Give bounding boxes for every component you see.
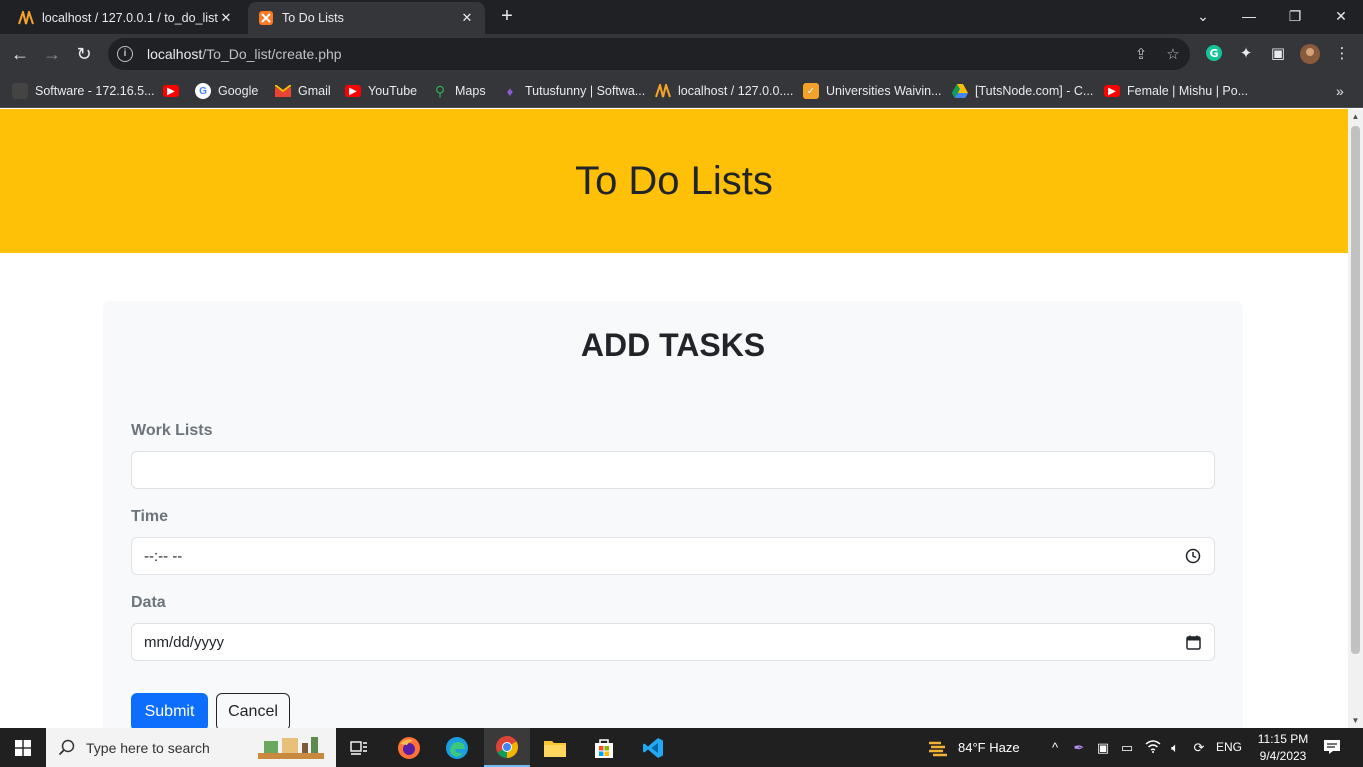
bookmark-female-mishu[interactable]: ▶ Female | Mishu | Po... [1104, 82, 1248, 100]
volume-icon[interactable]: 🔈︎ [1166, 739, 1184, 757]
work-lists-label: Work Lists [131, 422, 213, 439]
scroll-up-arrow-icon[interactable]: ▲ [1348, 109, 1363, 124]
phpmyadmin-icon [18, 10, 34, 26]
scrollbar-thumb[interactable] [1351, 126, 1360, 654]
menu-kebab-icon[interactable]: ⋮ [1332, 44, 1352, 64]
grammarly-icon[interactable]: G [1204, 44, 1224, 64]
tutusfunny-icon: ♦ [506, 83, 514, 99]
vscode-icon[interactable] [630, 728, 676, 767]
site-info-icon[interactable]: i [117, 46, 133, 62]
new-tab-icon[interactable]: + [496, 6, 518, 28]
firefox-icon[interactable] [386, 728, 432, 767]
url-text[interactable]: localhost/To_Do_list/create.php [147, 46, 342, 62]
search-placeholder: Type here to search [86, 739, 210, 756]
bookmark-gmail[interactable]: Gmail [275, 82, 331, 100]
form-title: ADD TASKS [580, 327, 766, 363]
maps-icon: ⚲ [434, 82, 446, 99]
forward-icon[interactable]: → [40, 42, 64, 66]
close-window-icon[interactable]: ✕ [1318, 4, 1363, 28]
date-input[interactable]: mm/dd/yyyy [131, 623, 1215, 661]
onedrive-sync-icon[interactable]: ⟳ [1190, 739, 1208, 757]
work-lists-input[interactable] [131, 451, 1215, 489]
youtube-icon: ▶ [1104, 85, 1120, 97]
time-label: Time [131, 508, 169, 525]
page-title: To Do Lists [575, 158, 773, 203]
clock-icon[interactable] [1184, 547, 1202, 565]
windows-taskbar: Type here to search 84°F Haze ^ ✒ ▣ ▭ 🔈︎… [0, 728, 1363, 767]
youtube-icon: ▶ [345, 85, 361, 97]
bookmark-universities[interactable]: ✓ Universities Waivin... [803, 82, 942, 100]
profile-avatar[interactable] [1300, 44, 1320, 64]
tab-to-do-lists[interactable]: To Do Lists ✕ [248, 2, 485, 34]
time-input[interactable]: --:-- -- [131, 537, 1215, 575]
bookmark-maps[interactable]: ⚲ Maps [432, 82, 486, 100]
bookmark-star-icon[interactable]: ☆ [1164, 46, 1182, 64]
phpmyadmin-icon [655, 83, 671, 99]
clock-date[interactable]: 9/4/2023 [1255, 749, 1311, 763]
extensions-puzzle-icon[interactable]: ✦ [1236, 44, 1256, 64]
youtube-icon: ▶ [163, 85, 179, 97]
bookmarks-overflow-chevron-icon[interactable]: » [1336, 82, 1344, 100]
battery-icon[interactable]: ▭ [1118, 739, 1136, 757]
microsoft-store-icon[interactable] [581, 728, 627, 767]
drive-icon [952, 83, 968, 99]
reload-icon[interactable]: ↻ [72, 42, 96, 66]
weather-haze-icon[interactable] [926, 739, 950, 757]
close-tab-icon[interactable]: ✕ [459, 10, 475, 26]
bookmark-tutsnode[interactable]: [TutsNode.com] - C... [952, 82, 1093, 100]
tab-search-chevron-icon[interactable]: ⌄ [1180, 4, 1226, 28]
chrome-icon[interactable] [484, 728, 530, 767]
bookmark-localhost[interactable]: localhost / 127.0.0.... [655, 82, 793, 100]
share-icon[interactable]: ⇪ [1132, 46, 1150, 64]
file-explorer-icon[interactable] [532, 728, 578, 767]
bookmark-google[interactable]: G Google [195, 82, 258, 100]
tab-title: To Do Lists [282, 11, 344, 25]
browser-tab-bar: localhost / 127.0.0.1 / to_do_list / ✕ T… [0, 0, 1363, 34]
gmail-icon [275, 83, 291, 99]
cancel-button[interactable]: Cancel [216, 693, 290, 728]
weather-text[interactable]: 84°F Haze [958, 740, 1020, 755]
taskbar-search-box[interactable]: Type here to search [46, 728, 336, 767]
svg-text:G: G [1209, 47, 1218, 60]
page-scrollbar[interactable]: ▲ ▼ [1348, 109, 1363, 728]
xampp-icon [258, 10, 274, 26]
google-icon: G [195, 83, 211, 99]
tab-phpmyadmin[interactable]: localhost / 127.0.0.1 / to_do_list / ✕ [8, 2, 244, 34]
page-viewport: To Do Lists ADD TASKS Work Lists Time --… [0, 109, 1348, 728]
page-header: To Do Lists [0, 109, 1348, 253]
close-tab-icon[interactable]: ✕ [218, 10, 234, 26]
calendar-icon[interactable] [1184, 633, 1202, 651]
show-hidden-icons-chevron-icon[interactable]: ^ [1046, 739, 1064, 757]
address-bar[interactable]: i localhost/To_Do_list/create.php ⇪ ☆ [108, 38, 1190, 70]
browser-toolbar: ← → ↻ i localhost/To_Do_list/create.php … [0, 34, 1363, 74]
bookmark-tutusfunny[interactable]: ♦ Tutusfunny | Softwa... [502, 82, 646, 100]
bookmark-software[interactable]: Software - 172.16.5... [12, 82, 155, 100]
task-view-icon[interactable] [336, 728, 382, 767]
pen-feather-icon[interactable]: ✒ [1070, 739, 1088, 757]
tab-title: localhost / 127.0.0.1 / to_do_list / [42, 11, 218, 25]
submit-button[interactable]: Submit [131, 693, 208, 728]
side-panel-icon[interactable]: ▣ [1268, 44, 1288, 64]
clock-time[interactable]: 11:15 PM [1255, 732, 1311, 746]
date-label: Data [131, 594, 166, 611]
search-icon [58, 739, 75, 755]
folder-icon [12, 83, 28, 99]
back-icon[interactable]: ← [8, 42, 32, 66]
search-highlight-icon [256, 735, 326, 761]
minimize-icon[interactable]: — [1226, 4, 1272, 28]
language-indicator[interactable]: ENG [1216, 740, 1242, 754]
bookmark-youtube-short[interactable]: ▶ [163, 82, 186, 100]
windows-start-icon[interactable] [0, 728, 46, 767]
edge-icon[interactable] [434, 728, 480, 767]
scroll-down-arrow-icon[interactable]: ▼ [1348, 713, 1363, 728]
bookmarks-bar: Software - 172.16.5... ▶ G Google Gmail … [0, 74, 1363, 108]
restore-icon[interactable]: ❐ [1272, 4, 1318, 28]
bookmark-youtube[interactable]: ▶ YouTube [345, 82, 417, 100]
wifi-icon[interactable] [1144, 739, 1162, 757]
meet-now-icon[interactable]: ▣ [1094, 739, 1112, 757]
notifications-icon[interactable] [1322, 739, 1342, 757]
universities-icon: ✓ [803, 83, 819, 99]
add-task-form: ADD TASKS Work Lists Time --:-- -- Data … [103, 301, 1243, 728]
